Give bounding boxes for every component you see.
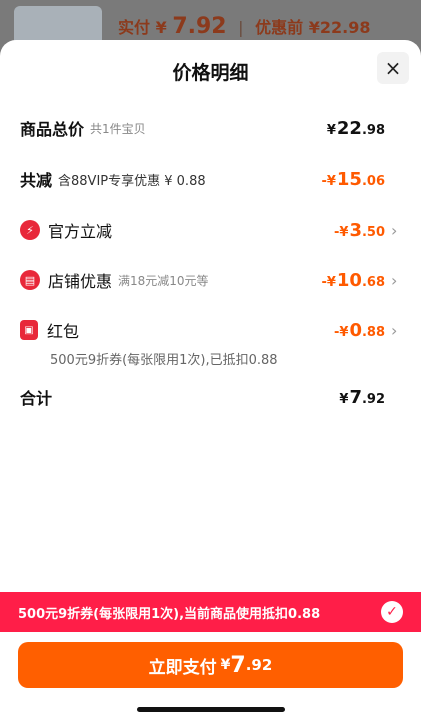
total-price-label: 商品总价 [20,120,85,139]
red-packet-int: 0 [349,319,362,341]
red-packet-icon: ▣ [20,320,38,340]
store-amount: -¥ 10 .68 [321,270,385,291]
official-amount: -¥ 3 .50 [334,220,385,241]
row-red-packet[interactable]: ▣ 红包 -¥ 0 .88 › [20,316,401,344]
sum-amount: ¥ 7 .92 [339,387,385,408]
pay-button-dec: .92 [245,656,273,674]
price-separator: | [238,18,244,37]
before-amount: ¥22.98 [308,18,371,37]
close-icon[interactable]: × [377,52,409,84]
official-dec: .50 [361,224,385,240]
red-packet-label: 红包 [47,322,80,341]
before-label: 优惠前 [255,18,304,37]
chevron-right-icon: › [391,320,398,340]
discount-prefix: -¥ [321,173,336,189]
check-icon[interactable]: ✓ [381,601,403,623]
sum-dec: .92 [361,391,385,407]
pay-button-int: 7 [230,652,246,678]
coupon-banner-text: 500元9折券(每张限用1次),当前商品使用抵扣0.88 [18,606,321,622]
sheet-title: 价格明细 [172,62,249,84]
total-dec: .98 [361,122,385,138]
paid-label: 实付 [118,18,151,37]
chevron-right-icon: › [391,270,398,290]
official-prefix: -¥ [333,224,349,240]
red-packet-amount: -¥ 0 .88 [334,320,385,341]
total-price-amount: ¥ 22 .98 [327,118,385,139]
row-total-price: 商品总价 共1件宝贝 ¥ 22 .98 [20,114,401,142]
row-store-discount[interactable]: ▤ 店铺优惠 满18元减10元等 -¥ 10 .68 › [20,266,401,294]
red-packet-prefix: -¥ [333,324,349,340]
total-price-sub: 共1件宝贝 [90,121,146,136]
paid-amount: 7.92 [172,14,227,39]
home-indicator [137,707,285,712]
pay-now-button[interactable]: 立即支付 ¥ 7 .92 [18,642,403,688]
row-total-discount: 共减 含88VIP专享优惠 ¥ 0.88 -¥ 15 .06 [20,165,401,193]
sum-yen: ¥ [339,391,349,407]
row-official-discount[interactable]: ⚡ 官方立减 -¥ 3 .50 › [20,216,401,244]
discount-amount: -¥ 15 .06 [321,169,385,190]
red-packet-dec: .88 [361,324,385,340]
store-dec: .68 [361,274,385,290]
sum-int: 7 [349,386,362,408]
discount-int: 15 [336,168,362,190]
store-label: 店铺优惠 [48,272,113,291]
total-yen: ¥ [326,122,336,138]
lightning-icon: ⚡ [20,220,40,240]
official-int: 3 [349,219,362,241]
sum-label: 合计 [20,389,53,408]
pay-button-yen: ¥ [220,657,231,673]
discount-sub: 含88VIP专享优惠 ¥ 0.88 [58,173,206,189]
chevron-right-icon: › [391,220,398,240]
background-price-summary: 实付 ¥ 7.92 | 优惠前 ¥22.98 [118,14,409,39]
store-int: 10 [336,269,362,291]
paid-yen: ¥ [155,18,167,37]
store-prefix: -¥ [321,274,336,290]
store-icon: ▤ [20,270,40,290]
official-label: 官方立减 [48,222,113,241]
red-packet-note: 500元9折券(每张限用1次),已抵扣0.88 [50,353,278,368]
store-sub: 满18元减10元等 [118,273,209,288]
discount-dec: .06 [361,173,385,189]
coupon-banner[interactable]: 500元9折券(每张限用1次),当前商品使用抵扣0.88 ✓ [0,592,421,632]
discount-label: 共减 [20,171,53,190]
row-sum: 合计 ¥ 7 .92 [20,383,401,411]
price-detail-screen: 实付 ¥ 7.92 | 优惠前 ¥22.98 价格明细 × 商品总价 共1件宝贝… [0,0,421,720]
pay-button-label: 立即支付 [148,657,217,678]
total-int: 22 [336,117,362,139]
